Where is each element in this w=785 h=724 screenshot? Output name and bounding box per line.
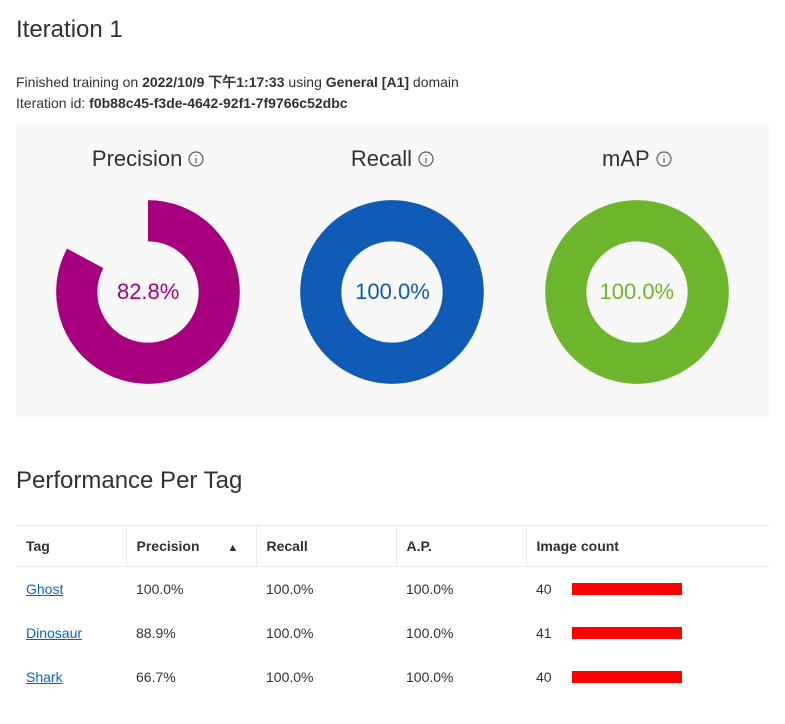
cell-recall: 100.0% (256, 611, 396, 655)
training-prefix: Finished training on (16, 74, 142, 90)
precision-donut: 82.8% (53, 197, 243, 387)
performance-table: Tag Precision ▲ Recall A.P. Image count … (16, 525, 769, 699)
image-count-bar (572, 671, 682, 683)
cell-ap: 100.0% (396, 611, 526, 655)
col-header-tag[interactable]: Tag (16, 526, 126, 567)
precision-label: Precision (92, 146, 182, 172)
table-row: Shark 66.7% 100.0% 100.0% 40 (16, 655, 769, 699)
sort-asc-icon: ▲ (227, 542, 238, 554)
cell-precision: 100.0% (126, 567, 256, 612)
perf-section-title: Performance Per Tag (16, 467, 769, 495)
image-count-value: 40 (536, 669, 560, 685)
training-datetime: 2022/10/9 下午1:17:33 (142, 74, 284, 90)
metrics-panel: Precision 82.8% Recall (16, 124, 769, 417)
cell-ap: 100.0% (396, 655, 526, 699)
map-donut: 100.0% (542, 197, 732, 387)
cell-recall: 100.0% (256, 655, 396, 699)
page-title: Iteration 1 (16, 16, 769, 44)
iteration-id: f0b88c45-f3de-4642-92f1-7f9766c52dbc (89, 95, 347, 111)
col-header-ap[interactable]: A.P. (396, 526, 526, 567)
col-header-precision-label: Precision (137, 538, 200, 554)
image-count-value: 40 (536, 581, 560, 597)
table-row: Ghost 100.0% 100.0% 100.0% 40 (16, 567, 769, 612)
info-icon[interactable] (656, 151, 672, 167)
tag-link[interactable]: Dinosaur (26, 625, 82, 641)
metric-precision: Precision 82.8% (26, 146, 270, 387)
metric-map: mAP 100.0% (515, 146, 759, 387)
image-count-value: 41 (536, 625, 560, 641)
training-mid: using (285, 74, 326, 90)
training-suffix: domain (409, 74, 459, 90)
cell-ap: 100.0% (396, 567, 526, 612)
image-count-bar (572, 583, 682, 595)
cell-recall: 100.0% (256, 567, 396, 612)
map-value: 100.0% (542, 197, 732, 387)
iteration-id-label: Iteration id: (16, 95, 89, 111)
col-header-recall[interactable]: Recall (256, 526, 396, 567)
cell-precision: 66.7% (126, 655, 256, 699)
col-header-imagecount[interactable]: Image count (526, 526, 769, 567)
info-icon[interactable] (418, 151, 434, 167)
precision-value: 82.8% (53, 197, 243, 387)
recall-label: Recall (351, 146, 412, 172)
recall-donut: 100.0% (297, 197, 487, 387)
map-label: mAP (602, 146, 650, 172)
image-count-cell: 41 (536, 625, 759, 641)
cell-precision: 88.9% (126, 611, 256, 655)
image-count-cell: 40 (536, 581, 759, 597)
training-info: Finished training on 2022/10/9 下午1:17:33… (16, 72, 769, 114)
col-header-precision[interactable]: Precision ▲ (126, 526, 256, 567)
table-row: Dinosaur 88.9% 100.0% 100.0% 41 (16, 611, 769, 655)
training-domain: General [A1] (326, 74, 409, 90)
metric-recall: Recall 100.0% (270, 146, 514, 387)
image-count-bar (572, 627, 682, 639)
tag-link[interactable]: Ghost (26, 581, 63, 597)
info-icon[interactable] (188, 151, 204, 167)
recall-value: 100.0% (297, 197, 487, 387)
image-count-cell: 40 (536, 669, 759, 685)
tag-link[interactable]: Shark (26, 669, 63, 685)
